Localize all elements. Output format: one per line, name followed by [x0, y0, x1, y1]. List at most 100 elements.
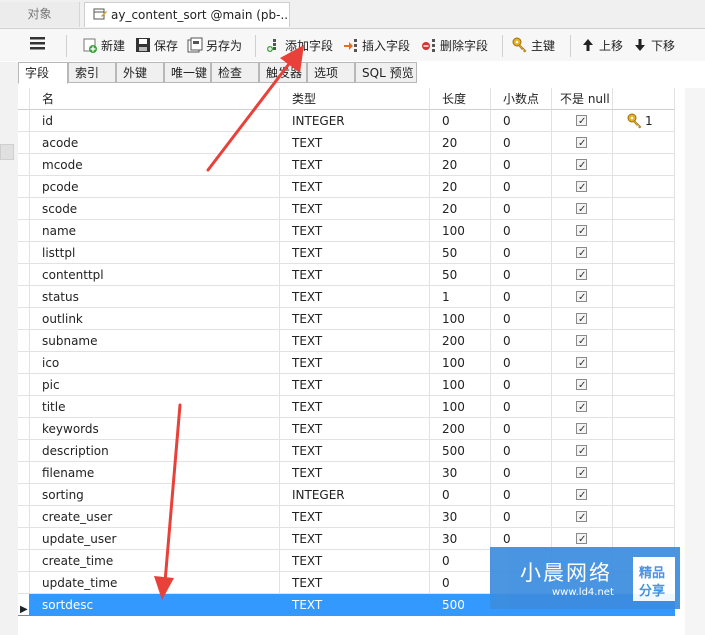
field-decimal-cell[interactable]: 0 — [491, 308, 552, 330]
field-length-cell[interactable]: 50 — [430, 264, 491, 286]
field-type-cell[interactable]: TEXT — [280, 264, 430, 286]
table-row[interactable]: filename TEXT 30 0 — [18, 462, 675, 484]
delete-field-button[interactable]: 删除字段 — [421, 36, 488, 56]
not-null-checkbox[interactable] — [576, 111, 587, 131]
not-null-checkbox[interactable] — [576, 463, 587, 483]
field-decimal-cell[interactable]: 0 — [491, 330, 552, 352]
row-gutter[interactable] — [18, 506, 30, 528]
not-null-cell[interactable] — [552, 264, 613, 286]
save-as-button[interactable]: 另存为 — [187, 36, 242, 56]
field-name-cell[interactable]: name — [30, 220, 280, 242]
key-cell[interactable]: 1 — [613, 110, 675, 132]
not-null-cell[interactable] — [552, 374, 613, 396]
field-type-cell[interactable]: TEXT — [280, 352, 430, 374]
field-decimal-cell[interactable]: 0 — [491, 484, 552, 506]
not-null-cell[interactable] — [552, 242, 613, 264]
field-type-cell[interactable]: TEXT — [280, 506, 430, 528]
field-length-cell[interactable]: 50 — [430, 242, 491, 264]
field-length-cell[interactable]: 100 — [430, 220, 491, 242]
field-length-cell[interactable]: 100 — [430, 396, 491, 418]
field-decimal-cell[interactable]: 0 — [491, 220, 552, 242]
field-name-cell[interactable]: mcode — [30, 154, 280, 176]
field-name-cell[interactable]: scode — [30, 198, 280, 220]
key-cell[interactable] — [613, 154, 675, 176]
table-row[interactable]: scode TEXT 20 0 — [18, 198, 675, 220]
row-gutter[interactable] — [18, 330, 30, 352]
field-length-cell[interactable]: 0 — [430, 110, 491, 132]
table-row[interactable]: contenttpl TEXT 50 0 — [18, 264, 675, 286]
not-null-checkbox[interactable] — [576, 397, 587, 417]
field-type-cell[interactable]: TEXT — [280, 154, 430, 176]
field-length-cell[interactable]: 20 — [430, 154, 491, 176]
row-gutter[interactable] — [18, 440, 30, 462]
not-null-checkbox[interactable] — [576, 221, 587, 241]
field-type-cell[interactable]: TEXT — [280, 572, 430, 594]
not-null-checkbox[interactable] — [576, 353, 587, 373]
key-cell[interactable] — [613, 330, 675, 352]
tab-table-design[interactable]: ay_content_sort @main (pb-... — [84, 2, 290, 27]
table-row[interactable]: mcode TEXT 20 0 — [18, 154, 675, 176]
table-row[interactable]: pic TEXT 100 0 — [18, 374, 675, 396]
move-up-button[interactable]: 上移 — [580, 36, 623, 56]
field-length-cell[interactable]: 500 — [430, 440, 491, 462]
not-null-cell[interactable] — [552, 176, 613, 198]
hamburger-menu-button[interactable] — [30, 36, 46, 56]
not-null-cell[interactable] — [552, 110, 613, 132]
field-name-cell[interactable]: title — [30, 396, 280, 418]
tab-fields[interactable]: 字段 — [18, 62, 68, 84]
not-null-checkbox[interactable] — [576, 419, 587, 439]
table-row[interactable]: acode TEXT 20 0 — [18, 132, 675, 154]
field-decimal-cell[interactable]: 0 — [491, 506, 552, 528]
field-decimal-cell[interactable]: 0 — [491, 396, 552, 418]
field-name-cell[interactable]: id — [30, 110, 280, 132]
not-null-cell[interactable] — [552, 198, 613, 220]
table-row[interactable]: status TEXT 1 0 — [18, 286, 675, 308]
key-cell[interactable] — [613, 462, 675, 484]
field-name-cell[interactable]: pic — [30, 374, 280, 396]
table-row[interactable]: listtpl TEXT 50 0 — [18, 242, 675, 264]
not-null-cell[interactable] — [552, 440, 613, 462]
field-length-cell[interactable]: 100 — [430, 374, 491, 396]
column-header-key[interactable] — [613, 88, 675, 110]
not-null-checkbox[interactable] — [576, 529, 587, 549]
row-gutter[interactable] — [18, 374, 30, 396]
not-null-checkbox[interactable] — [576, 177, 587, 197]
column-header-length[interactable]: 长度 — [430, 88, 491, 110]
vertical-scrollbar[interactable] — [685, 88, 705, 635]
field-type-cell[interactable]: TEXT — [280, 594, 430, 616]
field-type-cell[interactable]: TEXT — [280, 418, 430, 440]
field-length-cell[interactable]: 30 — [430, 462, 491, 484]
field-decimal-cell[interactable]: 0 — [491, 462, 552, 484]
key-cell[interactable] — [613, 484, 675, 506]
key-cell[interactable] — [613, 440, 675, 462]
field-decimal-cell[interactable]: 0 — [491, 154, 552, 176]
field-decimal-cell[interactable]: 0 — [491, 374, 552, 396]
not-null-cell[interactable] — [552, 154, 613, 176]
field-type-cell[interactable]: TEXT — [280, 374, 430, 396]
not-null-cell[interactable] — [552, 220, 613, 242]
field-length-cell[interactable]: 20 — [430, 176, 491, 198]
field-length-cell[interactable]: 100 — [430, 352, 491, 374]
key-cell[interactable] — [613, 242, 675, 264]
field-type-cell[interactable]: TEXT — [280, 550, 430, 572]
key-cell[interactable] — [613, 198, 675, 220]
row-gutter[interactable] — [18, 132, 30, 154]
row-gutter[interactable] — [18, 308, 30, 330]
row-gutter[interactable] — [18, 462, 30, 484]
not-null-checkbox[interactable] — [576, 265, 587, 285]
field-name-cell[interactable]: pcode — [30, 176, 280, 198]
row-gutter[interactable] — [18, 550, 30, 572]
row-gutter[interactable] — [18, 110, 30, 132]
row-gutter[interactable] — [18, 572, 30, 594]
table-row[interactable]: name TEXT 100 0 — [18, 220, 675, 242]
insert-field-button[interactable]: 插入字段 — [343, 36, 410, 56]
tab-triggers[interactable]: 触发器 — [259, 62, 307, 83]
key-cell[interactable] — [613, 418, 675, 440]
field-length-cell[interactable]: 1 — [430, 286, 491, 308]
tab-checks[interactable]: 检查 — [211, 62, 259, 83]
field-name-cell[interactable]: sortdesc — [30, 594, 280, 616]
field-decimal-cell[interactable]: 0 — [491, 440, 552, 462]
table-row[interactable]: create_user TEXT 30 0 — [18, 506, 675, 528]
tab-indexes[interactable]: 索引 — [68, 62, 116, 83]
move-down-button[interactable]: 下移 — [632, 36, 675, 56]
